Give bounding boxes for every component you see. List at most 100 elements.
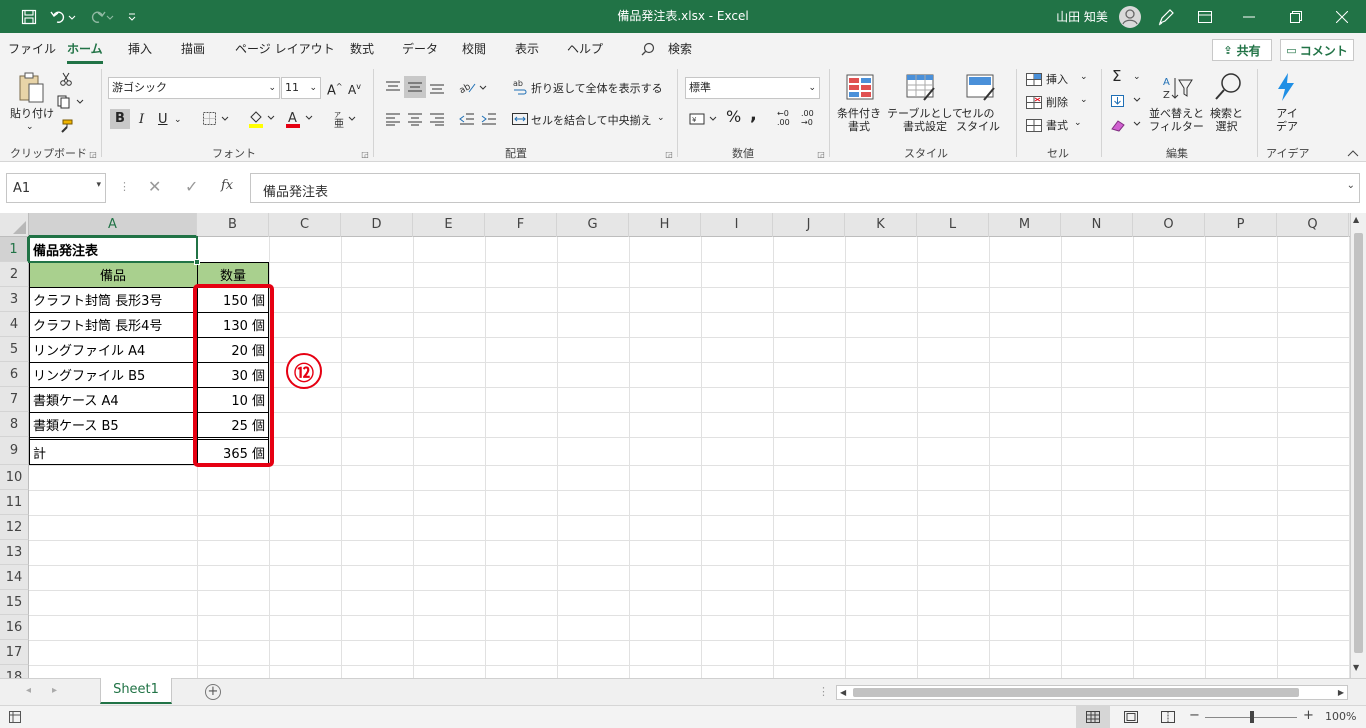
wrap-text-icon[interactable]: ab bbox=[512, 77, 528, 97]
redo-icon[interactable] bbox=[86, 0, 116, 33]
underline-button[interactable]: U bbox=[158, 113, 168, 126]
page-break-view-icon[interactable] bbox=[1160, 710, 1176, 724]
paste-dropdown-icon[interactable]: ⌄ bbox=[26, 121, 34, 134]
minimize-icon[interactable] bbox=[1237, 0, 1261, 33]
column-header-b[interactable]: B bbox=[197, 213, 269, 237]
cell-a3[interactable]: クラフト封筒 長形3号 bbox=[29, 287, 197, 312]
paste-icon[interactable] bbox=[14, 71, 48, 105]
drag-handle-icon[interactable]: ⋮ bbox=[119, 180, 130, 193]
tab-insert[interactable]: 挿入 bbox=[128, 40, 152, 57]
merge-center-icon[interactable] bbox=[512, 110, 528, 128]
zoom-in-icon[interactable]: + bbox=[1303, 708, 1314, 723]
accounting-format-icon[interactable]: ¥ bbox=[688, 110, 720, 128]
vertical-scroll-thumb[interactable] bbox=[1354, 233, 1363, 653]
format-as-table-icon[interactable] bbox=[905, 73, 937, 103]
increase-decimal-icon[interactable]: ←0.00 bbox=[777, 109, 790, 127]
tab-home[interactable]: ホーム bbox=[67, 40, 103, 64]
ideas-button[interactable]: アイ デア bbox=[1276, 107, 1298, 133]
decrease-font-icon[interactable]: Av bbox=[348, 80, 361, 97]
delete-cells-button[interactable]: 削除 bbox=[1046, 96, 1068, 109]
insert-function-icon[interactable]: fx bbox=[221, 178, 233, 193]
increase-font-icon[interactable]: A^ bbox=[327, 80, 343, 97]
cell-styles-icon[interactable] bbox=[965, 73, 997, 103]
comma-style-icon[interactable]: , bbox=[750, 106, 757, 124]
row-header-9[interactable]: 9 bbox=[0, 437, 29, 465]
merge-center-button[interactable]: セルを結合して中央揃え bbox=[531, 114, 652, 127]
wrap-text-button[interactable]: 折り返して全体を表示する bbox=[531, 82, 663, 95]
row-header-16[interactable]: 16 bbox=[0, 615, 29, 640]
row-header-7[interactable]: 7 bbox=[0, 387, 29, 412]
percent-icon[interactable]: % bbox=[726, 109, 741, 125]
number-launcher-icon[interactable]: ◲ bbox=[816, 149, 826, 159]
user-name[interactable]: 山田 知美 bbox=[1052, 0, 1112, 33]
scroll-up-icon[interactable]: ▲ bbox=[1353, 215, 1359, 224]
tab-help[interactable]: ヘルプ bbox=[567, 40, 603, 57]
row-header-4[interactable]: 4 bbox=[0, 312, 29, 337]
format-cells-button[interactable]: 書式 bbox=[1046, 119, 1068, 132]
column-header-e[interactable]: E bbox=[413, 213, 485, 237]
bold-button[interactable]: B bbox=[110, 109, 130, 129]
autosum-dropdown-icon[interactable]: ⌄ bbox=[1133, 71, 1141, 84]
zoom-out-icon[interactable]: − bbox=[1189, 708, 1200, 723]
underline-dropdown-icon[interactable]: ⌄ bbox=[174, 114, 182, 127]
row-header-8[interactable]: 8 bbox=[0, 412, 29, 437]
sort-filter-button[interactable]: 並べ替えと フィルター bbox=[1149, 107, 1204, 133]
column-header-d[interactable]: D bbox=[341, 213, 413, 237]
row-header-15[interactable]: 15 bbox=[0, 590, 29, 615]
name-box[interactable]: A1 ▾ bbox=[6, 173, 106, 203]
enter-icon[interactable]: ✓ bbox=[185, 177, 198, 196]
merge-dropdown-icon[interactable]: ⌄ bbox=[657, 112, 665, 125]
cell-a9[interactable]: 計 bbox=[29, 440, 197, 465]
row-header-11[interactable]: 11 bbox=[0, 490, 29, 515]
font-name-select[interactable]: 游ゴシック ⌄ bbox=[108, 77, 280, 99]
cell-a6[interactable]: リングファイル B5 bbox=[29, 362, 197, 387]
tab-formulas[interactable]: 数式 bbox=[350, 40, 374, 57]
delete-cells-icon[interactable] bbox=[1026, 96, 1044, 110]
fill-icon[interactable] bbox=[1110, 94, 1144, 108]
worksheet-grid[interactable]: A B C D E F G H I J K L M N O P Q 1 2 3 … bbox=[0, 213, 1350, 678]
scroll-left-icon[interactable]: ◀ bbox=[840, 686, 846, 699]
column-header-f[interactable]: F bbox=[485, 213, 557, 237]
prev-sheet-icon[interactable]: ◂ bbox=[26, 685, 31, 696]
cell-styles-button[interactable]: セルの スタイル bbox=[956, 107, 1000, 133]
row-header-2[interactable]: 2 bbox=[0, 262, 29, 287]
macro-record-icon[interactable] bbox=[8, 711, 22, 723]
autosum-icon[interactable]: Σ bbox=[1112, 69, 1121, 84]
row-header-13[interactable]: 13 bbox=[0, 540, 29, 565]
undo-icon[interactable] bbox=[48, 0, 78, 33]
clear-icon[interactable] bbox=[1110, 117, 1144, 133]
cell-a4[interactable]: クラフト封筒 長形4号 bbox=[29, 312, 197, 337]
customize-qat-icon[interactable] bbox=[124, 0, 140, 33]
orientation-icon[interactable]: ab bbox=[456, 77, 490, 97]
row-header-10[interactable]: 10 bbox=[0, 465, 29, 490]
insert-cells-icon[interactable] bbox=[1026, 73, 1044, 87]
insert-dropdown-icon[interactable]: ⌄ bbox=[1080, 71, 1088, 84]
format-as-table-button[interactable]: テーブルとして 書式設定 bbox=[887, 107, 963, 133]
scroll-right-icon[interactable]: ▶ bbox=[1338, 686, 1344, 699]
scroll-down-icon[interactable]: ▼ bbox=[1353, 663, 1359, 672]
column-header-k[interactable]: K bbox=[845, 213, 917, 237]
comment-button[interactable]: ▭ コメント bbox=[1280, 39, 1354, 61]
row-header-18[interactable]: 18 bbox=[0, 665, 29, 678]
clipboard-launcher-icon[interactable]: ◲ bbox=[88, 149, 98, 159]
zoom-slider-thumb[interactable] bbox=[1250, 711, 1254, 723]
find-select-button[interactable]: 検索と 選択 bbox=[1210, 107, 1243, 133]
alignment-launcher-icon[interactable]: ◲ bbox=[664, 149, 674, 159]
row-header-14[interactable]: 14 bbox=[0, 565, 29, 590]
increase-indent-icon[interactable] bbox=[479, 109, 499, 129]
formula-input[interactable]: 備品発注表 ⌄ bbox=[250, 173, 1360, 203]
search-icon[interactable] bbox=[640, 41, 656, 57]
cell-a8[interactable]: 書類ケース B5 bbox=[29, 412, 197, 437]
tab-draw[interactable]: 描画 bbox=[181, 40, 205, 57]
expand-formula-icon[interactable]: ⌄ bbox=[1347, 180, 1355, 191]
column-header-o[interactable]: O bbox=[1133, 213, 1205, 237]
column-header-a[interactable]: A bbox=[29, 213, 197, 237]
row-header-17[interactable]: 17 bbox=[0, 640, 29, 665]
collapse-ribbon-icon[interactable] bbox=[1346, 147, 1360, 159]
align-top-icon[interactable] bbox=[383, 77, 403, 97]
zoom-level[interactable]: 100% bbox=[1325, 710, 1356, 723]
column-header-n[interactable]: N bbox=[1061, 213, 1133, 237]
vertical-scrollbar[interactable]: ▲ ▼ bbox=[1350, 213, 1366, 678]
tab-split-handle[interactable]: ⋮ bbox=[818, 685, 829, 698]
search-label[interactable]: 検索 bbox=[668, 40, 692, 57]
